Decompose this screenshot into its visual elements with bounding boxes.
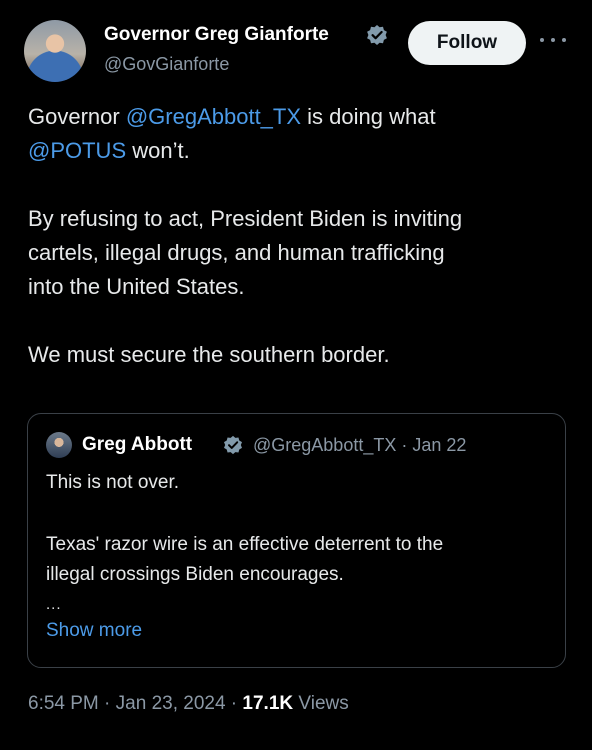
- tweet-text-segment: We must secure the southern border.: [28, 342, 390, 367]
- quoted-line-1: This is not over.: [46, 472, 180, 493]
- tweet-text-segment: cartels, illegal drugs, and human traffi…: [28, 240, 445, 265]
- tweet-meta: 6:54 PM · Jan 23, 2024 · 17.1K Views: [28, 693, 349, 715]
- tweet-text-line: cartels, illegal drugs, and human traffi…: [28, 236, 568, 270]
- mention-link[interactable]: @POTUS: [28, 138, 126, 163]
- quoted-handle: @GregAbbott_TX: [253, 435, 397, 455]
- author-avatar[interactable]: [24, 20, 86, 82]
- tweet-text-line: Governor @GregAbbott_TX is doing what: [28, 100, 568, 134]
- views-label: Views: [298, 693, 349, 714]
- tweet-text-line: We must secure the southern border.: [28, 338, 568, 372]
- separator-dot: ·: [225, 693, 243, 714]
- quoted-line-4: illegal crossings Biden encourages.: [46, 564, 344, 585]
- quoted-author-avatar[interactable]: [46, 432, 72, 458]
- tweet-text-segment: Governor: [28, 104, 126, 129]
- tweet-text-segment: By refusing to act, President Biden is i…: [28, 206, 463, 231]
- separator-dot: ·: [98, 693, 116, 714]
- tweet-text-segment: is doing what: [301, 104, 436, 129]
- quoted-verified-badge-icon: [224, 435, 242, 455]
- author-name[interactable]: Governor Greg Gianforte: [104, 24, 329, 46]
- show-more-link[interactable]: Show more: [46, 620, 142, 642]
- more-horizontal-icon[interactable]: [540, 30, 566, 50]
- quoted-ellipsis: ...: [46, 596, 62, 613]
- tweet-page: Governor Greg Gianforte @GovGianforte Fo…: [0, 0, 592, 750]
- mention-link[interactable]: @GregAbbott_TX: [126, 104, 301, 129]
- tweet-text: Governor @GregAbbott_TX is doing what @PO…: [28, 100, 568, 372]
- verified-badge-icon: [367, 25, 387, 45]
- follow-button[interactable]: Follow: [408, 21, 526, 65]
- tweet-time[interactable]: 6:54 PM: [28, 693, 99, 714]
- tweet-text-line: @POTUS won’t.: [28, 134, 568, 168]
- quoted-line-3: Texas' razor wire is an effective deterr…: [46, 534, 444, 555]
- quoted-handle-date[interactable]: @GregAbbott_TX · Jan 22: [253, 435, 466, 456]
- quoted-author-name[interactable]: Greg Abbott: [82, 434, 192, 456]
- separator-dot: ·: [396, 435, 413, 455]
- tweet-text-line: By refusing to act, President Biden is i…: [28, 202, 568, 236]
- tweet-text-segment: won’t.: [126, 138, 190, 163]
- quoted-date: Jan 22: [412, 435, 467, 455]
- tweet-text-line: into the United States.: [28, 270, 568, 304]
- tweet-date[interactable]: Jan 23, 2024: [116, 693, 226, 714]
- views-count: 17.1K: [242, 693, 294, 714]
- author-handle[interactable]: @GovGianforte: [104, 54, 229, 75]
- tweet-text-segment: into the United States.: [28, 274, 245, 299]
